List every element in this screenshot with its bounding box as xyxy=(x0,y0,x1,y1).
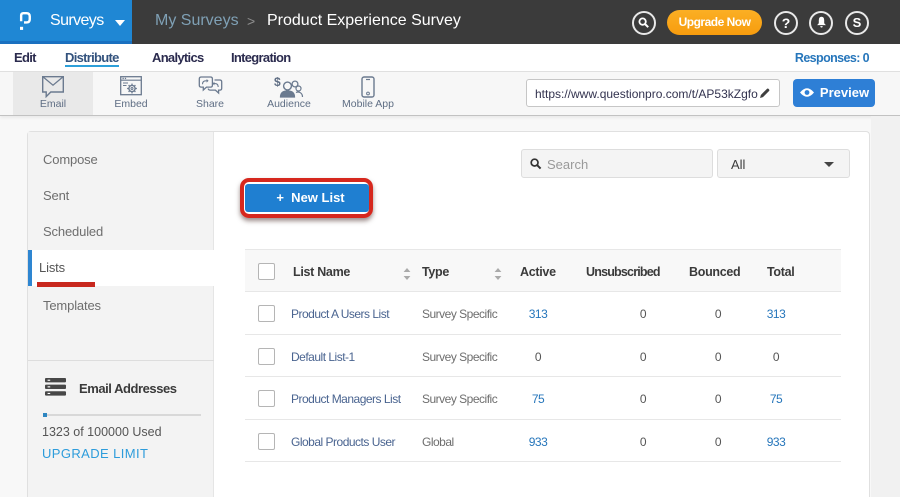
svg-text:$: $ xyxy=(274,76,281,89)
